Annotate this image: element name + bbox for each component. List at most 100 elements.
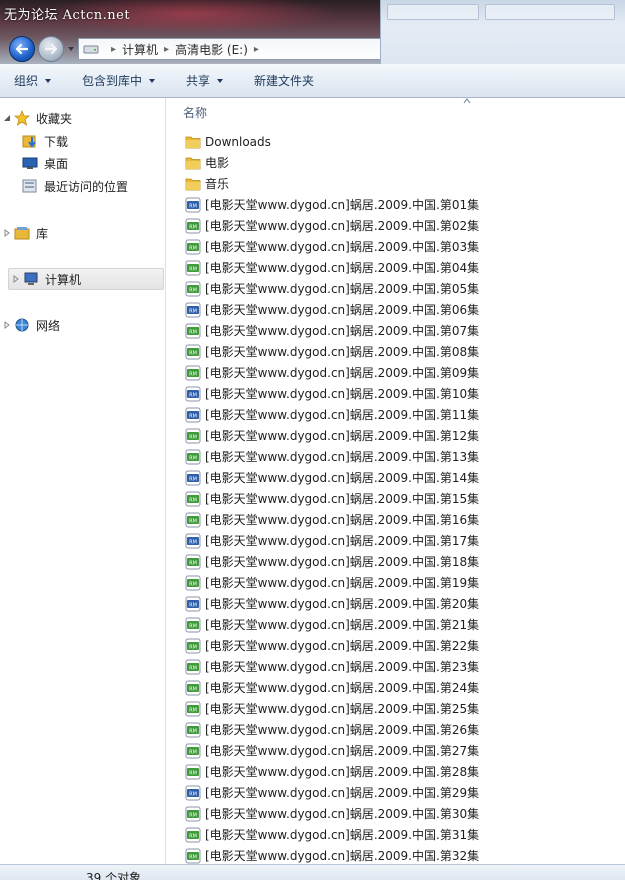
list-item-file[interactable]: RM [电影天堂www.dygod.cn]蜗居.2009.中国.第27集 [185,740,479,761]
list-item-file[interactable]: RM [电影天堂www.dygod.cn]蜗居.2009.中国.第05集 [185,278,479,299]
list-item-file[interactable]: RM [电影天堂www.dygod.cn]蜗居.2009.中国.第18集 [185,551,479,572]
list-item-file[interactable]: RM [电影天堂www.dygod.cn]蜗居.2009.中国.第07集 [185,320,479,341]
list-item-file[interactable]: RM [电影天堂www.dygod.cn]蜗居.2009.中国.第22集 [185,635,479,656]
share-label: 共享 [186,74,211,88]
list-item-file[interactable]: RM [电影天堂www.dygod.cn]蜗居.2009.中国.第16集 [185,509,479,530]
list-item-label: [电影天堂www.dygod.cn]蜗居.2009.中国.第16集 [205,513,480,527]
address-bar[interactable]: ▸ 计算机 ▸ 高清电影 (E:) ▸ [78,38,380,60]
rmvb-file-icon: RM [185,491,201,507]
list-item-file[interactable]: RM [电影天堂www.dygod.cn]蜗居.2009.中国.第11集 [185,404,479,425]
expand-triangle-icon[interactable] [9,275,23,283]
list-item-label: [电影天堂www.dygod.cn]蜗居.2009.中国.第04集 [205,261,480,275]
list-item-label: [电影天堂www.dygod.cn]蜗居.2009.中国.第01集 [205,198,480,212]
list-item-label: 音乐 [205,177,230,191]
list-item-file[interactable]: RM [电影天堂www.dygod.cn]蜗居.2009.中国.第12集 [185,425,479,446]
list-item-file[interactable]: RM [电影天堂www.dygod.cn]蜗居.2009.中国.第14集 [185,467,479,488]
sidebar-item-recent-places[interactable]: 最近访问的位置 [0,175,165,197]
share-button[interactable]: 共享 [186,72,224,89]
list-item-file[interactable]: RM [电影天堂www.dygod.cn]蜗居.2009.中国.第10集 [185,383,479,404]
list-item-label: [电影天堂www.dygod.cn]蜗居.2009.中国.第30集 [205,807,480,821]
include-in-library-button[interactable]: 包含到库中 [82,72,156,89]
column-header-name[interactable]: 名称 [183,104,207,121]
sidebar-item-favorites[interactable]: 收藏夹 [0,107,165,129]
watermark-text: 无为论坛 Actcn.net [4,8,131,23]
list-item-file[interactable]: RM [电影天堂www.dygod.cn]蜗居.2009.中国.第06集 [185,299,479,320]
sidebar-item-computer[interactable]: 计算机 [8,268,164,290]
list-item-file[interactable]: RM [电影天堂www.dygod.cn]蜗居.2009.中国.第25集 [185,698,479,719]
forward-button[interactable] [38,36,64,62]
breadcrumb-separator: ▸ [253,43,259,55]
sidebar-item-downloads[interactable]: 下载 [0,130,165,152]
list-item-folder[interactable]: Downloads [185,131,271,152]
item-count: 39 个对象 [86,871,142,880]
list-item-folder[interactable]: 音乐 [185,173,229,194]
sidebar-item-libraries[interactable]: 库 [0,222,165,244]
svg-text:RM: RM [189,203,197,209]
list-item-file[interactable]: RM [电影天堂www.dygod.cn]蜗居.2009.中国.第04集 [185,257,479,278]
list-item-file[interactable]: RM [电影天堂www.dygod.cn]蜗居.2009.中国.第20集 [185,593,479,614]
list-item-file[interactable]: RM [电影天堂www.dygod.cn]蜗居.2009.中国.第21集 [185,614,479,635]
svg-text:RM: RM [189,644,197,650]
rm-file-icon: RM [185,386,201,402]
collapse-triangle-icon[interactable] [0,114,14,122]
list-item-file[interactable]: RM [电影天堂www.dygod.cn]蜗居.2009.中国.第29集 [185,782,479,803]
organize-button[interactable]: 组织 [14,72,52,89]
list-item-label: [电影天堂www.dygod.cn]蜗居.2009.中国.第03集 [205,240,480,254]
svg-text:RM: RM [189,350,197,356]
star-icon [14,110,30,126]
svg-text:RM: RM [189,833,197,839]
breadcrumb-drive[interactable]: 高清电影 (E:) [175,41,248,58]
list-item-label: [电影天堂www.dygod.cn]蜗居.2009.中国.第24集 [205,681,480,695]
rmvb-file-icon: RM [185,743,201,759]
list-item-label: [电影天堂www.dygod.cn]蜗居.2009.中国.第27集 [205,744,480,758]
svg-text:RM: RM [189,308,197,314]
list-item-label: [电影天堂www.dygod.cn]蜗居.2009.中国.第15集 [205,492,480,506]
background-tab [387,4,479,20]
list-item-file[interactable]: RM [电影天堂www.dygod.cn]蜗居.2009.中国.第01集 [185,194,479,215]
list-item-file[interactable]: RM [电影天堂www.dygod.cn]蜗居.2009.中国.第13集 [185,446,479,467]
list-item-folder[interactable]: 电影 [185,152,229,173]
list-item-file[interactable]: RM [电影天堂www.dygod.cn]蜗居.2009.中国.第26集 [185,719,479,740]
list-item-file[interactable]: RM [电影天堂www.dygod.cn]蜗居.2009.中国.第08集 [185,341,479,362]
computer-icon [23,271,39,287]
svg-text:RM: RM [189,539,197,545]
drive-icon [83,45,99,54]
network-icon [14,317,30,333]
list-item-file[interactable]: RM [电影天堂www.dygod.cn]蜗居.2009.中国.第30集 [185,803,479,824]
list-item-file[interactable]: RM [电影天堂www.dygod.cn]蜗居.2009.中国.第03集 [185,236,479,257]
svg-text:RM: RM [189,413,197,419]
list-item-label: 电影 [205,156,230,170]
list-item-file[interactable]: RM [电影天堂www.dygod.cn]蜗居.2009.中国.第31集 [185,824,479,845]
list-item-file[interactable]: RM [电影天堂www.dygod.cn]蜗居.2009.中国.第24集 [185,677,479,698]
breadcrumb-computer[interactable]: 计算机 [122,41,158,58]
list-item-file[interactable]: RM [电影天堂www.dygod.cn]蜗居.2009.中国.第15集 [185,488,479,509]
sidebar-item-label: 库 [36,226,49,241]
list-item-file[interactable]: RM [电影天堂www.dygod.cn]蜗居.2009.中国.第17集 [185,530,479,551]
sidebar-item-network[interactable]: 网络 [0,314,165,336]
expand-triangle-icon[interactable] [0,321,14,329]
list-item-label: [电影天堂www.dygod.cn]蜗居.2009.中国.第06集 [205,303,480,317]
list-item-file[interactable]: RM [电影天堂www.dygod.cn]蜗居.2009.中国.第02集 [185,215,479,236]
rmvb-file-icon: RM [185,638,201,654]
recent-pages-dropdown[interactable] [66,44,76,54]
rmvb-file-icon: RM [185,617,201,633]
svg-text:RM: RM [189,245,197,251]
svg-text:RM: RM [189,581,197,587]
list-item-label: [电影天堂www.dygod.cn]蜗居.2009.中国.第07集 [205,324,480,338]
list-item-file[interactable]: RM [电影天堂www.dygod.cn]蜗居.2009.中国.第23集 [185,656,479,677]
sidebar-item-desktop[interactable]: 桌面 [0,152,165,174]
expand-triangle-icon[interactable] [0,229,14,237]
folder-icon [185,134,201,150]
rmvb-file-icon: RM [185,218,201,234]
back-button[interactable] [9,36,35,62]
list-item-file[interactable]: RM [电影天堂www.dygod.cn]蜗居.2009.中国.第19集 [185,572,479,593]
rmvb-file-icon: RM [185,512,201,528]
list-item-file[interactable]: RM [电影天堂www.dygod.cn]蜗居.2009.中国.第09集 [185,362,479,383]
new-folder-button[interactable]: 新建文件夹 [254,72,314,89]
list-item-file[interactable]: RM [电影天堂www.dygod.cn]蜗居.2009.中国.第32集 [185,845,479,864]
rmvb-file-icon: RM [185,848,201,864]
command-toolbar: 组织 包含到库中 共享 新建文件夹 [0,64,625,98]
sidebar-item-label: 网络 [36,318,61,333]
list-item-file[interactable]: RM [电影天堂www.dygod.cn]蜗居.2009.中国.第28集 [185,761,479,782]
sidebar-item-label: 下载 [44,134,69,149]
